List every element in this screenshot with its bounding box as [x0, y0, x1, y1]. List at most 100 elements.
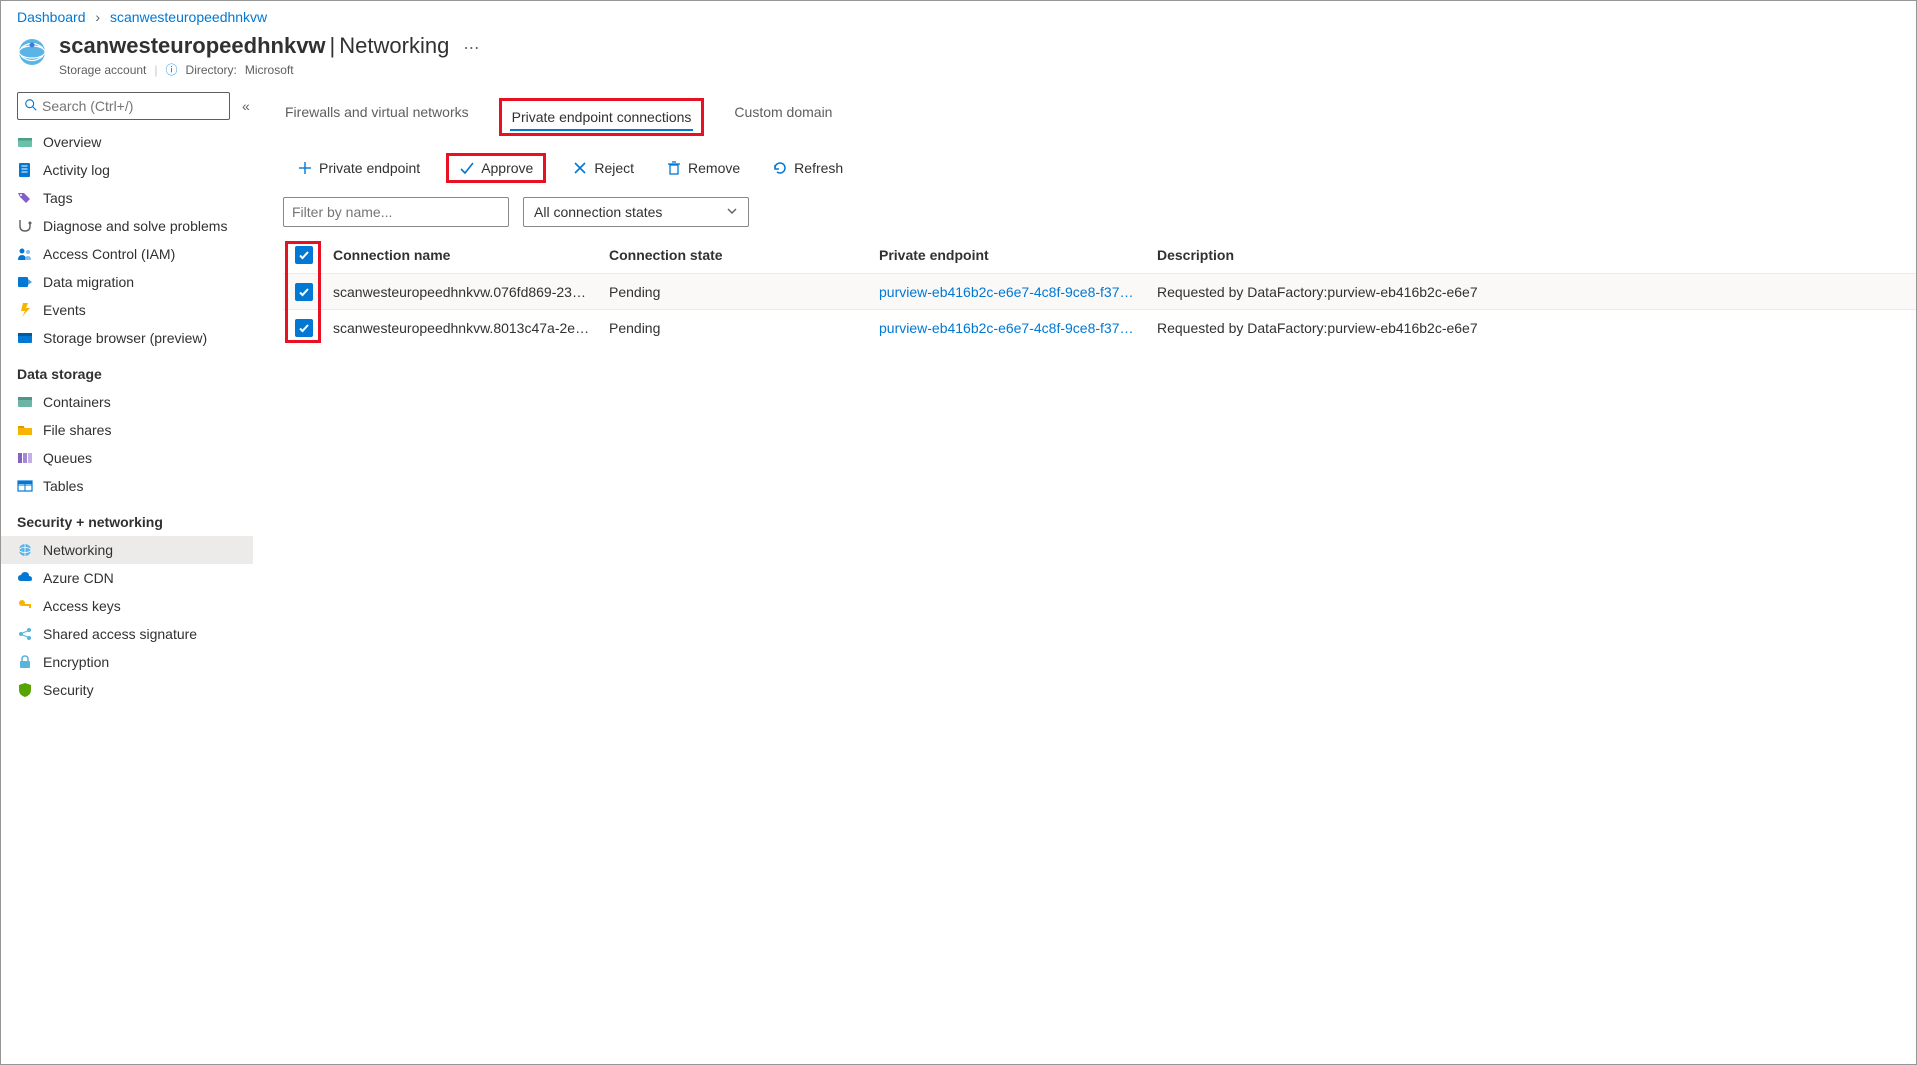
sidebar-item-tags[interactable]: Tags — [1, 184, 253, 212]
table-row[interactable]: scanwesteuropeedhnkvw.8013c47a-2e34-4...… — [283, 309, 1916, 345]
page-header: scanwesteuropeedhnkvw | Networking ⋯ Sto… — [1, 29, 1916, 88]
breadcrumb-root[interactable]: Dashboard — [17, 9, 86, 25]
security-icon — [17, 682, 33, 698]
col-private-endpoint[interactable]: Private endpoint — [871, 247, 1149, 263]
sidebar-item-label: Activity log — [43, 162, 110, 178]
sidebar-item-label: Diagnose and solve problems — [43, 218, 227, 234]
sidebar-item-label: Encryption — [43, 654, 109, 670]
encryption-icon — [17, 654, 33, 670]
sidebar-item-label: Tables — [43, 478, 83, 494]
cell-private-endpoint-link[interactable]: purview-eb416b2c-e6e7-4c8f-9ce8-f37381..… — [871, 284, 1149, 300]
x-icon — [572, 160, 588, 176]
dropdown-value: All connection states — [534, 204, 662, 220]
cell-connection-name: scanwesteuropeedhnkvw.8013c47a-2e34-4... — [325, 320, 601, 336]
filter-by-name-input[interactable] — [283, 197, 509, 227]
select-all-checkbox[interactable] — [295, 246, 313, 264]
reject-button[interactable]: Reject — [566, 156, 640, 180]
sidebar-item-encryption[interactable]: Encryption — [1, 648, 253, 676]
tables-icon — [17, 478, 33, 494]
sidebar-item-networking[interactable]: Networking — [1, 536, 253, 564]
breadcrumb-separator: › — [95, 9, 100, 25]
sidebar-item-queues[interactable]: Queues — [1, 444, 253, 472]
sidebar-item-label: Events — [43, 302, 86, 318]
sas-icon — [17, 626, 33, 642]
sidebar-item-label: Queues — [43, 450, 92, 466]
tab-custom-domain[interactable]: Custom domain — [732, 98, 834, 136]
col-connection-name[interactable]: Connection name — [325, 247, 601, 263]
sidebar-item-label: Data migration — [43, 274, 134, 290]
connection-state-dropdown[interactable]: All connection states — [523, 197, 749, 227]
sidebar-item-label: Overview — [43, 134, 101, 150]
iam-icon — [17, 246, 33, 262]
collapse-sidebar-icon[interactable]: « — [238, 94, 254, 118]
sidebar-item-label: Networking — [43, 542, 113, 558]
sidebar-item-events[interactable]: Events — [1, 296, 253, 324]
sidebar-search[interactable] — [17, 92, 230, 120]
diagnose-icon — [17, 218, 33, 234]
sidebar-item-label: Storage browser (preview) — [43, 330, 207, 346]
sidebar-item-label: Security — [43, 682, 94, 698]
sidebar-item-access-keys[interactable]: Access keys — [1, 592, 253, 620]
breadcrumb-current[interactable]: scanwesteuropeedhnkvw — [110, 9, 267, 25]
subheader-pipe: | — [154, 63, 157, 77]
sidebar-section-data-storage: Data storage — [1, 352, 253, 388]
sidebar-item-label: Tags — [43, 190, 73, 206]
search-input[interactable] — [42, 98, 223, 114]
more-icon[interactable]: ⋯ — [463, 38, 481, 58]
sidebar-section-security: Security + networking — [1, 500, 253, 536]
activity-log-icon — [17, 162, 33, 178]
toolbar-label: Reject — [594, 160, 634, 176]
sidebar-item-diagnose[interactable]: Diagnose and solve problems — [1, 212, 253, 240]
sidebar-item-activity-log[interactable]: Activity log — [1, 156, 253, 184]
info-icon[interactable]: ⓘ — [166, 61, 178, 78]
resource-type: Storage account — [59, 63, 146, 77]
row-checkbox[interactable] — [295, 283, 313, 301]
cell-private-endpoint-link[interactable]: purview-eb416b2c-e6e7-4c8f-9ce8-f37381..… — [871, 320, 1149, 336]
col-connection-state[interactable]: Connection state — [601, 247, 871, 263]
approve-button[interactable]: Approve — [453, 156, 539, 180]
section-name: Networking — [339, 33, 449, 59]
sidebar-item-label: Access Control (IAM) — [43, 246, 175, 262]
add-private-endpoint-button[interactable]: Private endpoint — [291, 156, 426, 180]
row-checkbox[interactable] — [295, 319, 313, 337]
sidebar-item-file-shares[interactable]: File shares — [1, 416, 253, 444]
sidebar-item-storage-browser[interactable]: Storage browser (preview) — [1, 324, 253, 352]
refresh-icon — [772, 160, 788, 176]
chevron-down-icon — [726, 204, 738, 220]
sidebar-item-sas[interactable]: Shared access signature — [1, 620, 253, 648]
tab-private-endpoint[interactable]: Private endpoint connections — [510, 103, 694, 131]
data-migration-icon — [17, 274, 33, 290]
cell-description: Requested by DataFactory:purview-eb416b2… — [1149, 284, 1916, 300]
sidebar-item-label: Azure CDN — [43, 570, 114, 586]
storage-account-icon — [17, 37, 47, 67]
cell-connection-name: scanwesteuropeedhnkvw.076fd869-2392-4... — [325, 284, 601, 300]
toolbar: Private endpoint Approve Reject — [283, 137, 1916, 197]
sidebar-item-overview[interactable]: Overview — [1, 128, 253, 156]
col-description[interactable]: Description — [1149, 247, 1916, 263]
toolbar-label: Approve — [481, 160, 533, 176]
directory-value: Microsoft — [245, 63, 294, 77]
sidebar-item-containers[interactable]: Containers — [1, 388, 253, 416]
cell-description: Requested by DataFactory:purview-eb416b2… — [1149, 320, 1916, 336]
sidebar-item-azure-cdn[interactable]: Azure CDN — [1, 564, 253, 592]
remove-button[interactable]: Remove — [660, 156, 746, 180]
sidebar-item-label: Access keys — [43, 598, 121, 614]
sidebar-item-iam[interactable]: Access Control (IAM) — [1, 240, 253, 268]
storage-browser-icon — [17, 330, 33, 346]
breadcrumb: Dashboard › scanwesteuropeedhnkvw — [1, 1, 1916, 29]
search-icon — [24, 98, 38, 115]
toolbar-label: Refresh — [794, 160, 843, 176]
table-row[interactable]: scanwesteuropeedhnkvw.076fd869-2392-4...… — [283, 273, 1916, 309]
sidebar-item-label: File shares — [43, 422, 111, 438]
highlight-approve: Approve — [446, 153, 546, 183]
table-header-row: Connection name Connection state Private… — [283, 237, 1916, 273]
tab-firewalls[interactable]: Firewalls and virtual networks — [283, 98, 471, 136]
highlight-private-tab: Private endpoint connections — [499, 98, 705, 136]
sidebar: « Overview Activity log Tags Diagnose a — [1, 88, 253, 1064]
overview-icon — [17, 134, 33, 150]
cdn-icon — [17, 570, 33, 586]
sidebar-item-security[interactable]: Security — [1, 676, 253, 704]
refresh-button[interactable]: Refresh — [766, 156, 849, 180]
sidebar-item-tables[interactable]: Tables — [1, 472, 253, 500]
sidebar-item-data-migration[interactable]: Data migration — [1, 268, 253, 296]
